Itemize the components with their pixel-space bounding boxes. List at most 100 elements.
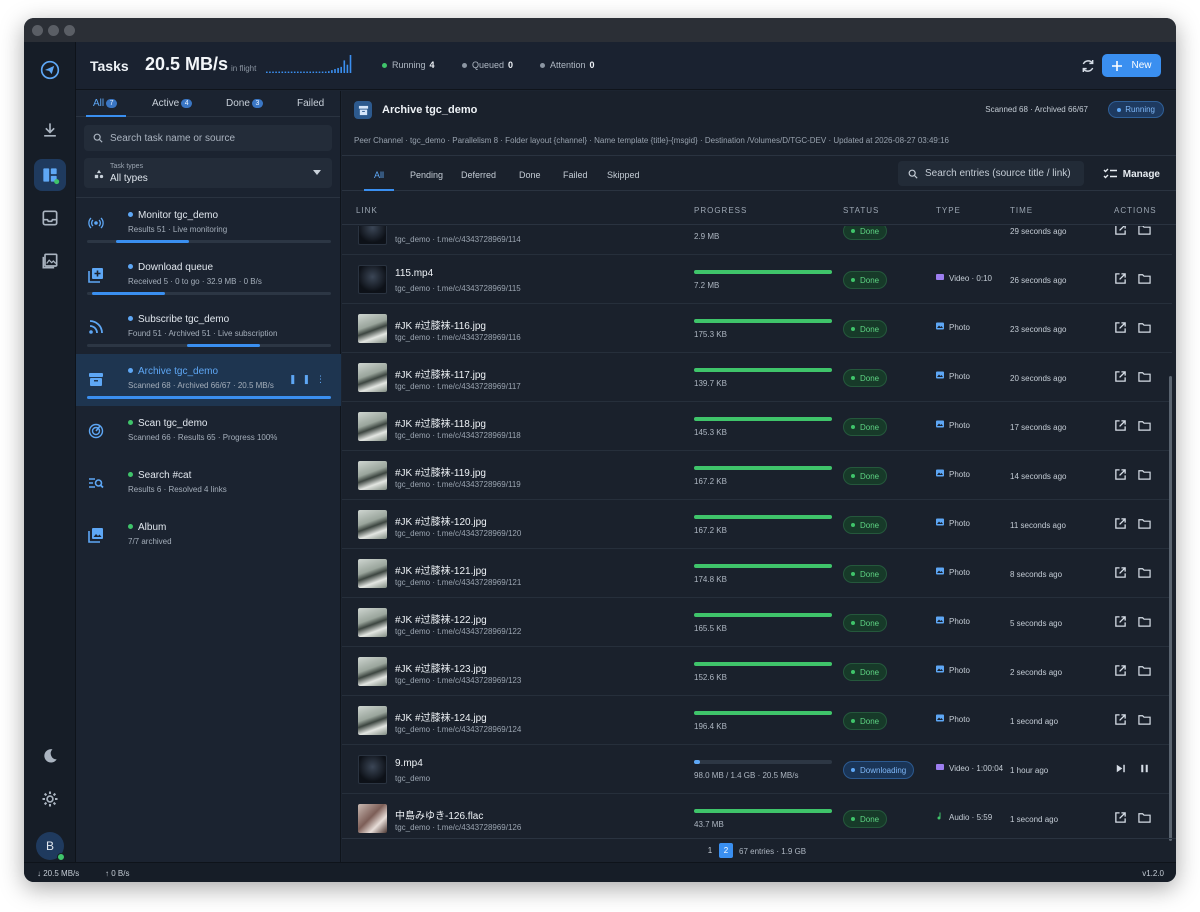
tab-all[interactable]: All 7 (93, 98, 118, 109)
user-avatar[interactable]: B (36, 832, 65, 861)
entry-link[interactable]: tgc_demo · t.me/c/4343728969/115 (395, 284, 521, 293)
open-external-icon[interactable] (1114, 370, 1127, 383)
refresh-icon[interactable] (1080, 58, 1096, 74)
open-external-icon[interactable] (1114, 713, 1127, 726)
table-row[interactable]: #JK #过膝袜-117.jpg tgc_demo · t.me/c/434372… (342, 353, 1172, 402)
column-status[interactable]: STATUS (843, 206, 879, 215)
column-link[interactable]: LINK (356, 206, 378, 215)
folder-icon[interactable] (1138, 370, 1151, 383)
entry-link[interactable]: tgc_demo · t.me/c/4343728969/126 (395, 823, 521, 832)
open-external-icon[interactable] (1114, 517, 1127, 530)
task-search-input[interactable]: Search task name or source (84, 125, 332, 151)
column-type[interactable]: TYPE (936, 206, 961, 215)
table-row[interactable]: #JK #过膝袜-119.jpg tgc_demo · t.me/c/434372… (342, 451, 1172, 500)
column-time[interactable]: TIME (1010, 206, 1033, 215)
entry-link[interactable]: tgc_demo · t.me/c/4343728969/122 (395, 627, 521, 636)
theme-toggle-icon[interactable] (34, 740, 66, 772)
column-progress[interactable]: PROGRESS (694, 206, 747, 215)
table-row[interactable]: tgc_demo · t.me/c/4343728969/114 2.9 MB Do… (342, 226, 1172, 255)
folder-icon[interactable] (1138, 713, 1151, 726)
download-icon[interactable] (34, 114, 66, 146)
folder-icon[interactable] (1138, 811, 1151, 824)
folder-icon[interactable] (1138, 566, 1151, 579)
close-window-button[interactable] (32, 25, 43, 36)
entry-link[interactable]: tgc_demo · t.me/c/4343728969/119 (395, 480, 521, 489)
new-task-button[interactable]: New (1102, 54, 1161, 77)
page-1-button[interactable]: 1 (703, 843, 717, 858)
minimize-window-button[interactable] (48, 25, 59, 36)
table-row[interactable]: 9.mp4 tgc_demo 98.0 MB / 1.4 GB · 20.5 MB/… (342, 745, 1172, 794)
task-item[interactable]: Download queue Received 5 · 0 to go · 32.… (76, 250, 341, 302)
open-external-icon[interactable] (1114, 468, 1127, 481)
task-item[interactable]: Search #cat Results 6 · Resolved 4 links (76, 458, 341, 510)
pause-icon[interactable] (1138, 762, 1151, 775)
tab-failed[interactable]: Failed (297, 98, 324, 109)
zoom-window-button[interactable] (64, 25, 75, 36)
open-external-icon[interactable] (1114, 811, 1127, 824)
entry-link[interactable]: tgc_demo · t.me/c/4343728969/121 (395, 578, 521, 587)
task-item[interactable]: Subscribe tgc_demo Found 51 · Archived 51… (76, 302, 341, 354)
table-row[interactable]: #JK #过膝袜-120.jpg tgc_demo · t.me/c/434372… (342, 500, 1172, 549)
entry-link[interactable]: tgc_demo · t.me/c/4343728969/123 (395, 676, 521, 685)
subtab-deferred[interactable]: Deferred (461, 170, 496, 180)
table-row[interactable]: 中島みゆき-126.flac tgc_demo · t.me/c/43437289… (342, 794, 1172, 836)
open-external-icon[interactable] (1114, 566, 1127, 579)
open-external-icon[interactable] (1114, 226, 1127, 236)
entry-link[interactable]: tgc_demo · t.me/c/4343728969/116 (395, 333, 521, 342)
folder-icon[interactable] (1138, 517, 1151, 530)
folder-icon[interactable] (1138, 468, 1151, 481)
open-external-icon[interactable] (1114, 615, 1127, 628)
tab-active[interactable]: Active 4 (152, 98, 193, 109)
entry-link[interactable]: tgc_demo · t.me/c/4343728969/114 (395, 235, 521, 244)
tab-done[interactable]: Done 3 (226, 98, 263, 109)
entries-scrollbar[interactable] (1169, 376, 1172, 841)
sparkline-bar (266, 71, 268, 73)
entry-link[interactable]: tgc_demo · t.me/c/4343728969/117 (395, 382, 521, 391)
tasks-dashboard-icon[interactable] (34, 159, 66, 191)
table-row[interactable]: #JK #过膝袜-123.jpg tgc_demo · t.me/c/434372… (342, 647, 1172, 696)
task-types-select[interactable]: Task types All types (84, 158, 332, 188)
entry-search-input[interactable]: Search entries (source title / link) (898, 161, 1084, 186)
folder-icon[interactable] (1138, 272, 1151, 285)
table-row[interactable]: 115.mp4 tgc_demo · t.me/c/4343728969/115 7… (342, 255, 1172, 304)
folder-icon[interactable] (1138, 321, 1151, 334)
task-item[interactable]: Album 7/7 archived (76, 510, 341, 562)
entry-link[interactable]: tgc_demo · t.me/c/4343728969/118 (395, 431, 521, 440)
task-item[interactable]: Archive tgc_demo Scanned 68 · Archived 66… (76, 354, 341, 406)
entry-type: Video · 0:10 (936, 273, 992, 283)
task-item[interactable]: Monitor tgc_demo Results 51 · Live monito… (76, 198, 341, 250)
open-external-icon[interactable] (1114, 419, 1127, 432)
subtab-failed[interactable]: Failed (563, 170, 588, 180)
inbox-icon[interactable] (34, 202, 66, 234)
open-external-icon[interactable] (1114, 272, 1127, 285)
folder-icon[interactable] (1138, 664, 1151, 677)
entry-link[interactable]: tgc_demo (395, 774, 430, 783)
table-row[interactable]: #JK #过膝袜-122.jpg tgc_demo · t.me/c/434372… (342, 598, 1172, 647)
table-row[interactable]: #JK #过膝袜-116.jpg tgc_demo · t.me/c/434372… (342, 304, 1172, 353)
subtab-pending[interactable]: Pending (410, 170, 443, 180)
table-row[interactable]: #JK #过膝袜-124.jpg tgc_demo · t.me/c/434372… (342, 696, 1172, 745)
entry-link[interactable]: tgc_demo · t.me/c/4343728969/120 (395, 529, 521, 538)
more-menu-icon[interactable]: ⋮ (316, 374, 331, 384)
page-2-button[interactable]: 2 (719, 843, 733, 858)
entry-link[interactable]: tgc_demo · t.me/c/4343728969/124 (395, 725, 521, 734)
folder-icon[interactable] (1138, 419, 1151, 432)
manage-button[interactable]: Manage (1103, 168, 1160, 180)
open-external-icon[interactable] (1114, 664, 1127, 677)
sparkline-bar (334, 69, 336, 73)
gallery-icon[interactable] (34, 245, 66, 277)
folder-icon[interactable] (1138, 615, 1151, 628)
task-item[interactable]: Scan tgc_demo Scanned 66 · Results 65 · P… (76, 406, 341, 458)
subtab-all[interactable]: All (374, 170, 384, 180)
subtab-skipped[interactable]: Skipped (607, 170, 640, 180)
table-row[interactable]: #JK #过膝袜-121.jpg tgc_demo · t.me/c/434372… (342, 549, 1172, 598)
open-external-icon[interactable] (1114, 321, 1127, 334)
subtab-done[interactable]: Done (519, 170, 541, 180)
settings-gear-icon[interactable] (34, 783, 66, 815)
column-actions[interactable]: ACTIONS (1114, 206, 1157, 215)
folder-icon[interactable] (1138, 226, 1151, 236)
sparkline-bar (312, 71, 315, 73)
table-row[interactable]: #JK #过膝袜-118.jpg tgc_demo · t.me/c/434372… (342, 402, 1172, 451)
pause-icon[interactable]: ❚❚ (289, 374, 316, 384)
skip-next-icon[interactable] (1114, 762, 1127, 775)
